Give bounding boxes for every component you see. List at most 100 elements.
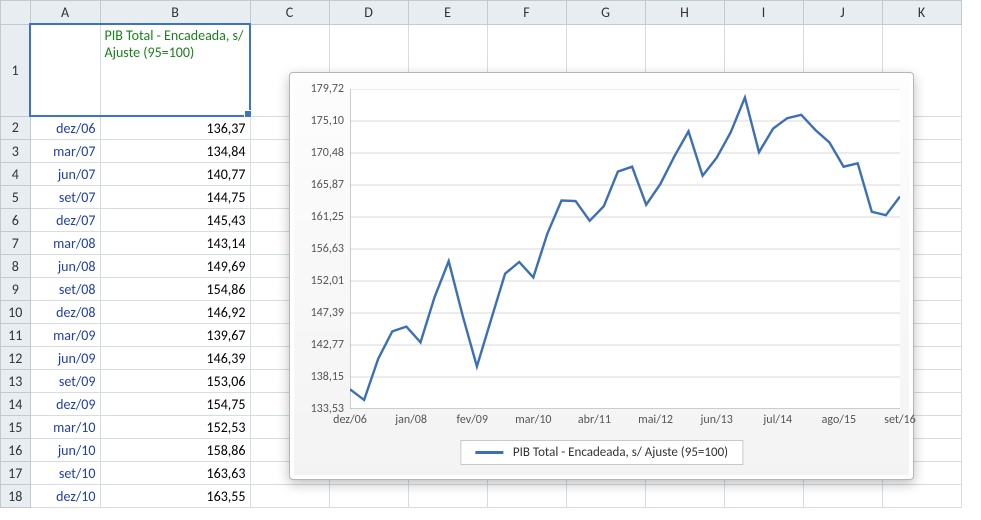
chart-plot-area[interactable] [350,89,900,409]
cell-value[interactable]: 144,75 [100,186,250,209]
col-header-F[interactable]: F [487,1,566,25]
cell-value[interactable]: 146,92 [100,301,250,324]
row-header[interactable]: 1 [1,24,31,116]
row-header[interactable]: 18 [1,485,31,508]
cell-value[interactable]: 163,55 [100,485,250,508]
cell-date[interactable]: mar/09 [30,324,100,347]
col-header-D[interactable]: D [329,1,408,25]
row-header[interactable]: 14 [1,393,31,416]
cell[interactable] [645,485,724,508]
cell-date[interactable]: jun/10 [30,439,100,462]
row-header[interactable]: 12 [1,347,31,370]
select-all-corner[interactable] [1,1,31,25]
cell-value[interactable]: 139,67 [100,324,250,347]
cell[interactable] [250,485,329,508]
chart-svg [350,89,900,409]
cell-date[interactable]: set/09 [30,370,100,393]
col-header-A[interactable]: A [30,1,100,25]
cell-value[interactable]: 163,63 [100,462,250,485]
cell-value[interactable]: 134,84 [100,140,250,163]
x-tick-label: jun/13 [701,413,733,427]
cell-A1[interactable] [30,24,100,116]
cell[interactable] [566,485,645,508]
y-tick-label: 170,48 [296,146,344,160]
col-header-C[interactable]: C [250,1,329,25]
x-tick-label: jul/14 [763,413,792,427]
x-tick-label: ago/15 [822,413,856,427]
cell-value[interactable]: 143,14 [100,232,250,255]
y-tick-label: 175,10 [296,114,344,128]
cell-B1[interactable]: PIB Total - Encadeada, s/ Ajuste (95=100… [100,24,250,116]
cell-date[interactable]: dez/07 [30,209,100,232]
row-header[interactable]: 17 [1,462,31,485]
cell-date[interactable]: set/08 [30,278,100,301]
row-header[interactable]: 9 [1,278,31,301]
cell-date[interactable]: set/10 [30,462,100,485]
col-header-K[interactable]: K [882,1,961,25]
cell-date[interactable]: dez/06 [30,116,100,140]
row-header[interactable]: 2 [1,116,31,140]
cell[interactable] [882,485,961,508]
cell[interactable] [408,485,487,508]
y-tick-label: 156,63 [296,242,344,256]
cell-value[interactable]: 146,39 [100,347,250,370]
col-header-G[interactable]: G [566,1,645,25]
row-header[interactable]: 6 [1,209,31,232]
cell[interactable] [329,485,408,508]
row-header[interactable]: 11 [1,324,31,347]
col-header-E[interactable]: E [408,1,487,25]
row-header[interactable]: 3 [1,140,31,163]
cell-value[interactable]: 145,43 [100,209,250,232]
chart-object[interactable]: 133,53138,15142,77147,39152,01156,63161,… [289,72,914,480]
cell-date[interactable]: jun/09 [30,347,100,370]
cell-value[interactable]: 140,77 [100,163,250,186]
cell[interactable] [487,485,566,508]
cell-date[interactable]: mar/07 [30,140,100,163]
row-header[interactable]: 7 [1,232,31,255]
row-header[interactable]: 4 [1,163,31,186]
col-header-J[interactable]: J [803,1,882,25]
legend-swatch [475,451,503,454]
row-header[interactable]: 16 [1,439,31,462]
cell-value[interactable]: 154,75 [100,393,250,416]
cell-date[interactable]: set/07 [30,186,100,209]
x-tick-label: dez/06 [333,413,367,427]
cell[interactable] [803,485,882,508]
y-tick-label: 152,01 [296,274,344,288]
cell-date[interactable]: mar/10 [30,416,100,439]
cell-date[interactable]: mar/08 [30,232,100,255]
cell-value[interactable]: 152,53 [100,416,250,439]
y-tick-label: 138,15 [296,370,344,384]
row-header[interactable]: 15 [1,416,31,439]
cell-value[interactable]: 158,86 [100,439,250,462]
row-header[interactable]: 5 [1,186,31,209]
row-header[interactable]: 10 [1,301,31,324]
cell-value[interactable]: 153,06 [100,370,250,393]
y-tick-label: 161,25 [296,210,344,224]
x-tick-label: fev/09 [456,413,488,427]
x-tick-label: mai/12 [638,413,673,427]
col-header-I[interactable]: I [724,1,803,25]
y-tick-label: 147,39 [296,306,344,320]
row-header[interactable]: 8 [1,255,31,278]
col-header-B[interactable]: B [100,1,250,25]
row-header[interactable]: 13 [1,370,31,393]
col-header-H[interactable]: H [645,1,724,25]
cell-value[interactable]: 154,86 [100,278,250,301]
x-tick-label: abr/11 [578,413,611,427]
y-tick-label: 179,72 [296,82,344,96]
cell-value[interactable]: 149,69 [100,255,250,278]
x-tick-label: set/16 [884,413,915,427]
chart-legend[interactable]: PIB Total - Encadeada, s/ Ajuste (95=100… [460,440,743,465]
cell[interactable] [724,485,803,508]
cell-date[interactable]: jun/08 [30,255,100,278]
cell-date[interactable]: dez/08 [30,301,100,324]
cell-value[interactable]: 136,37 [100,116,250,140]
y-tick-label: 142,77 [296,338,344,352]
cell-date[interactable]: dez/10 [30,485,100,508]
cell-date[interactable]: jun/07 [30,163,100,186]
legend-label: PIB Total - Encadeada, s/ Ajuste (95=100… [513,445,728,460]
cell-date[interactable]: dez/09 [30,393,100,416]
x-tick-label: mar/10 [515,413,551,427]
x-tick-label: jan/08 [395,413,427,427]
